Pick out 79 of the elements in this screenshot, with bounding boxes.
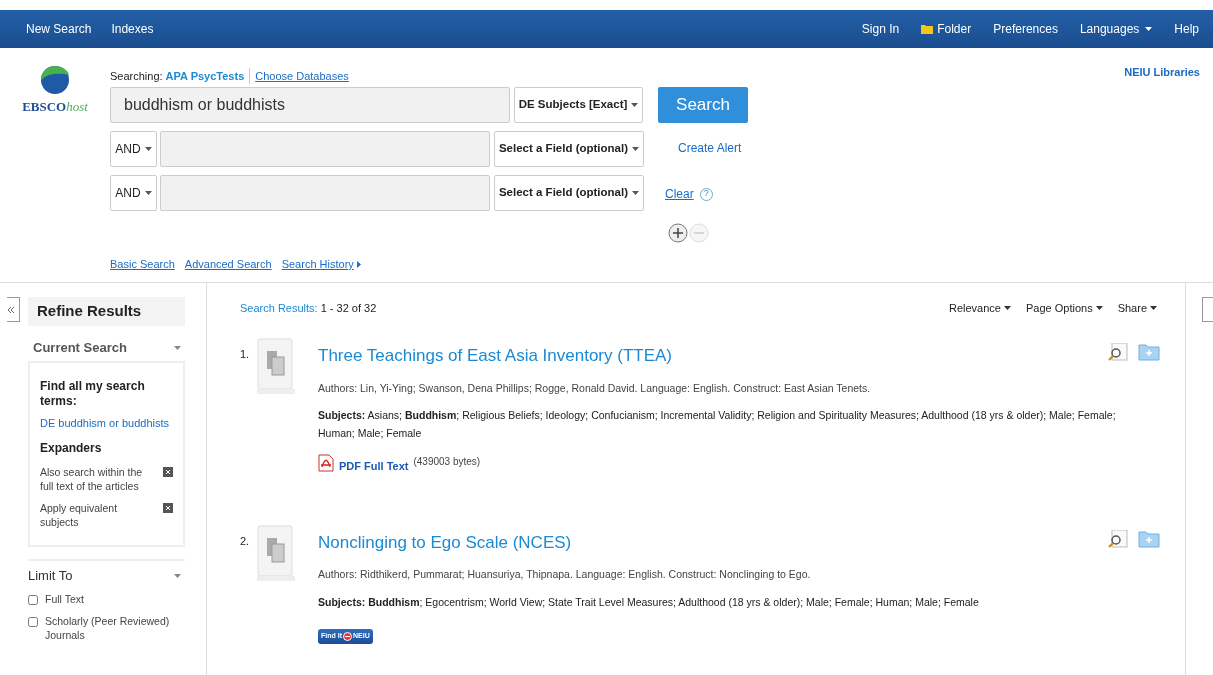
caret-icon — [631, 103, 639, 107]
pdf-icon — [318, 454, 334, 473]
nav-link[interactable]: New Search — [26, 20, 92, 38]
pdf-link[interactable]: PDF Full Text — [339, 458, 409, 475]
section-heading: Current Search — [33, 339, 127, 358]
caret-icon — [144, 191, 152, 195]
section-heading: Limit To — [28, 566, 73, 585]
caret-icon — [1004, 306, 1011, 310]
field-dropdown[interactable]: DE Subjects [Exact] — [514, 87, 643, 123]
document-icon — [255, 337, 297, 395]
result-title-link[interactable]: Nonclinging to Ego Scale (NCES) — [318, 529, 572, 556]
result-authors: Authors: Lin, Yi-Ying; Swanson, Dena Phillips; Rogge, Ronald David. Language: English. Construct: East Asian Tenets. — [318, 380, 872, 396]
collapse-button[interactable] — [7, 297, 20, 322]
caret-icon — [1145, 27, 1153, 31]
expander-label: Also search within the full text of the articles — [40, 464, 144, 493]
expander-label: Apply equivalent subjects — [40, 500, 119, 529]
clear-link[interactable]: Clear — [665, 185, 694, 203]
result-number: 2. — [240, 533, 251, 549]
nav-link[interactable]: Indexes — [111, 20, 154, 38]
option-label: Scholarly (Peer Reviewed) Journals — [45, 613, 171, 642]
expanders-heading: Expanders — [40, 439, 103, 457]
folder-icon — [921, 24, 934, 34]
chevron-down-icon — [174, 346, 181, 350]
sidebar-title: Refine Results — [28, 297, 185, 326]
remove-icon — [163, 502, 173, 513]
choose-databases-link[interactable]: Choose Databases — [255, 67, 349, 85]
result-title-link[interactable]: Three Teachings of East Asia Inventory (TTEA) — [318, 343, 672, 369]
find-terms-label: Find all my search terms: — [40, 379, 146, 409]
result-authors: Authors: Ridthikerd, Pummarat; Huansuriya, Thipnapa. Language: English. Construct: Nonclinging to Ego. — [318, 567, 812, 583]
caret-icon — [1095, 306, 1103, 310]
field-dropdown[interactable]: Select a Field (optional) — [494, 175, 644, 211]
search-mode-link[interactable]: Basic Search — [110, 256, 175, 273]
operator-dropdown[interactable]: AND — [110, 131, 157, 167]
remove-row-icon — [689, 223, 709, 243]
create-alert-link[interactable]: Create Alert — [678, 139, 742, 157]
nav-link[interactable]: Preferences — [993, 20, 1058, 38]
results-count: 1 - 32 of 32 — [320, 300, 377, 316]
search-term-link[interactable]: DE buddhism or buddhists — [40, 415, 173, 432]
nav-link[interactable]: Sign In — [861, 20, 900, 38]
folder-link[interactable]: Folder — [921, 20, 972, 38]
chevron-down-icon — [174, 573, 181, 578]
result-subjects: Subjects: Buddhism; Egocentrism; World View; State Trait Level Measures; Adulthood (18 yrs & older); Male; Female; Human; Male; Female — [318, 595, 980, 610]
result-subjects: Subjects: Asians; Buddhism; Religious Beliefs; Ideology; Confucianism; Incremental Validity; Religion and Spirituality Measures; Adulthood (18 yrs & older); Male; Female; Human; Male; Female — [318, 408, 1117, 442]
preview-icon — [1108, 529, 1128, 548]
document-icon — [255, 523, 297, 582]
search-input[interactable]: buddhism or buddhists — [110, 87, 510, 123]
options-dropdown[interactable]: Share — [1117, 299, 1157, 317]
remove-icon — [163, 466, 173, 477]
result-number: 1. — [240, 347, 251, 362]
search-mode-link[interactable]: Advanced Search — [184, 256, 272, 273]
search-input[interactable] — [160, 131, 490, 167]
collapse-tab[interactable] — [1202, 297, 1213, 322]
options-dropdown[interactable]: Relevance — [949, 299, 1011, 317]
add-row-icon — [668, 223, 688, 243]
options-dropdown[interactable]: Page Options — [1026, 299, 1103, 317]
results-label: Search Results: — [240, 300, 318, 316]
ebsco-logo[interactable]: EBSCOhost — [22, 65, 88, 117]
caret-icon — [1150, 306, 1157, 310]
search-input[interactable] — [160, 175, 490, 211]
search-mode-link[interactable]: Search History — [281, 256, 361, 273]
option-label: Full Text — [45, 591, 84, 606]
caret-icon — [632, 147, 640, 151]
checkbox[interactable] — [28, 616, 38, 627]
double-chevron-left-icon — [7, 306, 15, 313]
nav-link[interactable]: Help — [1174, 20, 1199, 38]
field-dropdown[interactable]: Select a Field (optional) — [494, 131, 644, 167]
languages-dropdown[interactable]: Languages — [1079, 20, 1153, 38]
checkbox[interactable] — [28, 594, 38, 605]
caret-icon — [144, 147, 152, 151]
folder-icon — [1138, 529, 1160, 548]
caret-icon — [632, 191, 640, 195]
operator-dropdown[interactable]: AND — [110, 175, 157, 211]
institution-name: NEIU Libraries — [1124, 65, 1200, 80]
preview-icon — [1108, 343, 1128, 361]
searching-label: Searching: — [110, 68, 163, 84]
logo-icon — [40, 65, 70, 95]
file-size: (439003 bytes) — [413, 455, 481, 470]
database-name: APA PsycTests — [165, 67, 251, 85]
folder-icon — [1138, 343, 1160, 361]
